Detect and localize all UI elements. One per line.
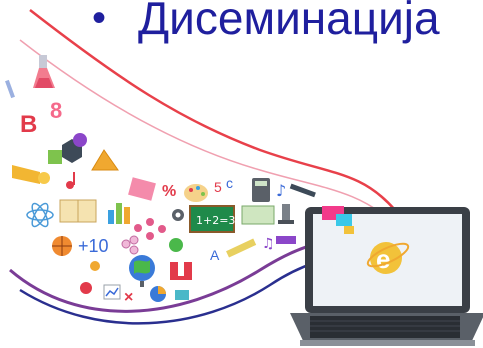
fraction-text-2: c bbox=[226, 175, 233, 191]
line-chart-icon bbox=[103, 284, 121, 300]
molecule-icon bbox=[134, 218, 166, 240]
percent-icon: % bbox=[162, 183, 176, 200]
music-note-3-icon: ♫ bbox=[262, 236, 275, 252]
apple-icon bbox=[80, 282, 92, 294]
microscope-icon bbox=[278, 204, 294, 224]
numbers-text: +10 bbox=[78, 236, 109, 256]
trumpet-icon bbox=[12, 165, 50, 184]
green-book-icon bbox=[241, 205, 275, 225]
letter-b-icon: B bbox=[20, 111, 37, 138]
cells-icon bbox=[121, 235, 139, 255]
bar-chart-icon bbox=[108, 203, 130, 224]
svg-text:1+2=3: 1+2=3 bbox=[196, 214, 235, 227]
slide: • Дисеминација B 8 % 5 c ♪ 1+2=3 +10 A ♫… bbox=[0, 0, 483, 348]
pie-chart-icon bbox=[150, 286, 166, 302]
notebook-icon bbox=[128, 177, 156, 201]
flask-icon bbox=[33, 55, 55, 88]
calculator-icon bbox=[252, 178, 270, 202]
gear-icon bbox=[172, 209, 184, 221]
book-icon bbox=[59, 199, 97, 223]
letter-a-icon: A bbox=[210, 247, 220, 263]
hexagon-icon bbox=[48, 133, 87, 164]
music-note-icon bbox=[66, 172, 75, 189]
laptop-icon bbox=[290, 207, 483, 346]
pencil-icon bbox=[5, 79, 15, 99]
cyan-sticker-icon bbox=[336, 214, 352, 226]
red-swoosh-line bbox=[29, 9, 396, 211]
magnet-icon bbox=[170, 262, 192, 280]
x-mark-icon: × bbox=[124, 289, 133, 306]
gear-small-icon bbox=[90, 261, 100, 271]
atom-icon bbox=[26, 202, 54, 228]
pink-swoosh-line bbox=[19, 39, 396, 226]
purple-block-icon bbox=[276, 236, 296, 244]
green-apple-icon bbox=[169, 238, 183, 252]
education-illustration: B 8 % 5 c ♪ 1+2=3 +10 A ♫ × e bbox=[5, 9, 483, 346]
palette-icon bbox=[184, 184, 208, 202]
globe-icon bbox=[129, 255, 155, 287]
fraction-text: 5 bbox=[214, 179, 222, 195]
blue-block-icon bbox=[175, 290, 189, 300]
yellow-sticker-icon bbox=[344, 226, 354, 234]
basketball-icon bbox=[52, 236, 72, 256]
ruler-icon bbox=[226, 238, 257, 258]
pen-icon bbox=[289, 183, 316, 198]
music-note-2-icon: ♪ bbox=[276, 181, 286, 200]
number-8-icon: 8 bbox=[50, 98, 62, 123]
ruler-triangle-icon bbox=[91, 149, 119, 171]
chalkboard-icon: 1+2=3 bbox=[189, 205, 235, 233]
